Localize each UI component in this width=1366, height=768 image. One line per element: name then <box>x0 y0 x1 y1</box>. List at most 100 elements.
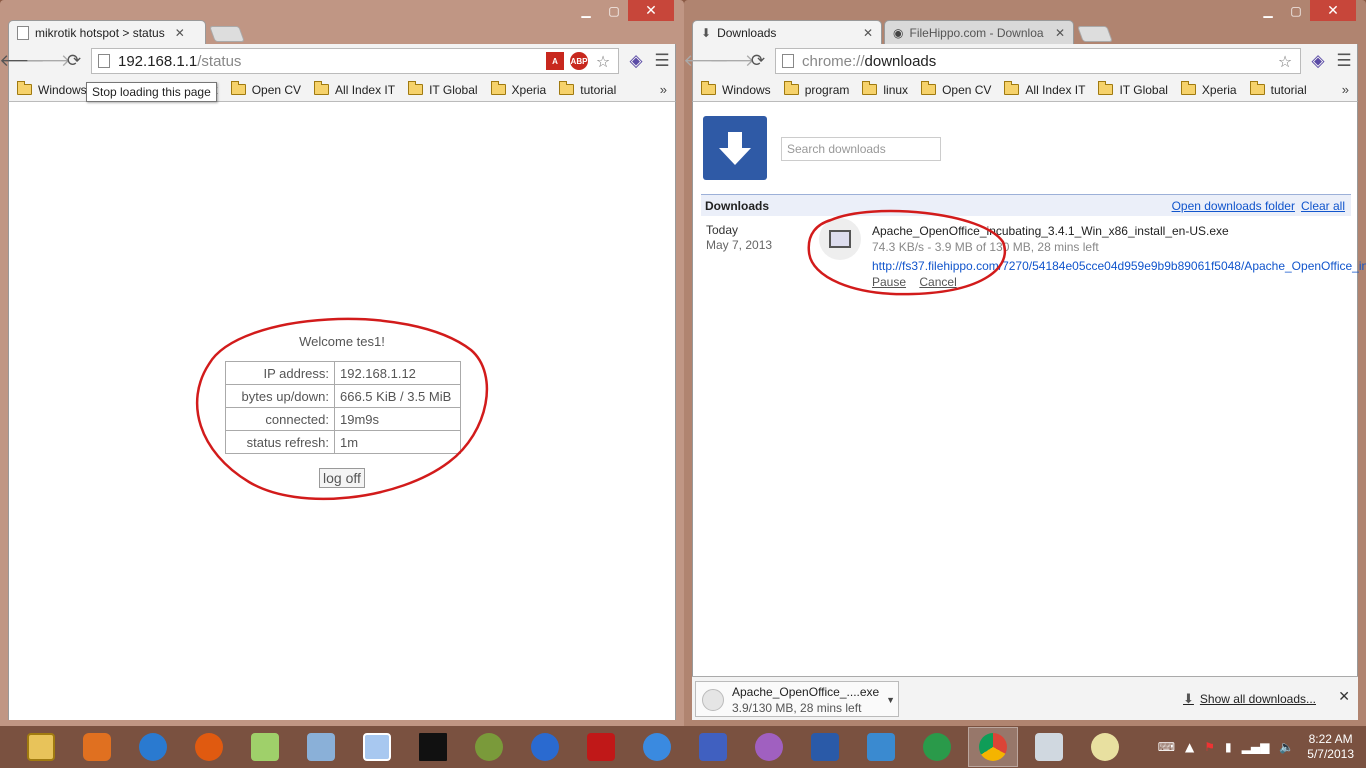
network-taskbar-icon[interactable] <box>296 727 346 767</box>
chrome-taskbar-icon[interactable] <box>968 727 1018 767</box>
bookmark-folder[interactable]: All Index IT <box>1004 81 1085 97</box>
open-downloads-folder-link[interactable]: Open downloads folder <box>1172 199 1295 213</box>
reload-button[interactable]: ⟳ <box>745 48 771 74</box>
forward-button[interactable]: 🡒 <box>25 48 71 74</box>
volume-icon[interactable]: 🔈 <box>1279 740 1294 754</box>
bookmark-folder[interactable]: Windows <box>701 81 771 97</box>
bookmark-folder[interactable]: Open CV <box>921 81 991 97</box>
clear-all-link[interactable]: Clear all <box>1301 199 1345 213</box>
new-tab-button[interactable] <box>209 26 245 42</box>
internet-explorer-taskbar-icon[interactable] <box>128 727 178 767</box>
download-date: Today May 7, 2013 <box>706 223 773 252</box>
shelf-status: 3.9/130 MB, 28 mins left <box>732 701 862 715</box>
shelf-download-item[interactable]: Apache_OpenOffice_....exe 3.9/130 MB, 28… <box>695 681 899 717</box>
download-url[interactable]: http://fs37.filehippo.com/7270/54184e05c… <box>872 258 1366 274</box>
close-tab-icon[interactable]: ✕ <box>175 26 185 40</box>
network-signal-icon[interactable]: ▂▄▆ <box>1242 740 1270 754</box>
app-taskbar-icon[interactable] <box>520 727 570 767</box>
cancel-link[interactable]: Cancel <box>919 275 956 289</box>
bookmark-folder[interactable]: IT Global <box>408 81 478 97</box>
new-tab-button[interactable] <box>1077 26 1113 42</box>
filezilla-taskbar-icon[interactable] <box>576 727 626 767</box>
bookmark-folder[interactable]: linux <box>862 81 908 97</box>
bookmark-star-icon[interactable]: ☆ <box>1276 52 1294 71</box>
search-downloads-input[interactable]: Search downloads <box>781 137 941 161</box>
remote-desktop-taskbar-icon[interactable] <box>688 727 738 767</box>
adblock-icon[interactable]: ABP <box>570 52 588 70</box>
address-bar[interactable]: chrome:// downloads ☆ <box>775 48 1301 74</box>
folder-icon <box>408 81 424 95</box>
bookmark-folder[interactable]: Open CV <box>230 81 301 97</box>
address-bar[interactable]: 192.168.1.1 /status A ABP ☆ <box>91 48 619 74</box>
keyboard-icon[interactable]: ⌨ <box>1158 740 1175 754</box>
media-player-taskbar-icon[interactable] <box>72 727 122 767</box>
bookmark-folder[interactable]: program <box>783 81 849 97</box>
page-icon <box>98 54 110 68</box>
table-row: connected: 19m9s <box>225 407 461 431</box>
calculator-taskbar-icon[interactable] <box>1024 727 1074 767</box>
close-shelf-icon[interactable]: ✕ <box>1338 689 1350 705</box>
pause-link[interactable]: Pause <box>872 275 906 289</box>
bookmark-folder[interactable]: Xperia <box>1180 81 1237 97</box>
notepad-plus-taskbar-icon[interactable] <box>240 727 290 767</box>
downloads-logo-icon <box>703 116 767 180</box>
bookmark-folder[interactable]: tutorial <box>559 81 616 97</box>
messenger-taskbar-icon[interactable] <box>744 727 794 767</box>
explorer-taskbar-icon[interactable] <box>16 727 66 767</box>
bookmark-folder[interactable]: Xperia <box>490 81 546 97</box>
close-button[interactable]: ✕ <box>1310 0 1356 21</box>
dropdown-arrow-icon[interactable]: ▼ <box>886 692 895 708</box>
download-filename[interactable]: Apache_OpenOffice_incubating_3.4.1_Win_x… <box>872 223 1366 239</box>
tab-hotspot-status[interactable]: mikrotik hotspot > status ✕ <box>8 20 206 44</box>
close-button[interactable]: ✕ <box>628 0 674 21</box>
download-manager-taskbar-icon[interactable] <box>912 727 962 767</box>
tab-filehippo[interactable]: ◉ FileHippo.com - Downloa ✕ <box>884 20 1074 44</box>
forward-button[interactable]: 🡒 <box>709 48 755 74</box>
paint-taskbar-icon[interactable] <box>1080 727 1130 767</box>
maximize-button[interactable]: ▢ <box>600 0 628 21</box>
pdf-extension-icon[interactable]: A <box>546 52 564 70</box>
bookmark-folder[interactable]: All Index IT <box>314 81 395 97</box>
clock[interactable]: 8:22 AM 5/7/2013 <box>1307 732 1354 762</box>
filehippo-icon: ◉ <box>893 25 904 40</box>
reload-button[interactable]: ⟳ <box>61 48 87 74</box>
close-tab-icon[interactable]: ✕ <box>863 26 873 40</box>
firefox-taskbar-icon[interactable] <box>184 727 234 767</box>
download-icon: ⬇ <box>701 25 712 40</box>
maximize-button[interactable]: ▢ <box>1282 0 1310 21</box>
welcome-text: Welcome tes1! <box>299 334 385 349</box>
close-tab-icon[interactable]: ✕ <box>1055 26 1065 40</box>
show-hidden-icons-icon[interactable]: ▲ <box>1185 740 1194 754</box>
folder-icon <box>559 81 575 95</box>
system-tray: ⌨ ▲ ⚑ ▮ ▂▄▆ 🔈 8:22 AM 5/7/2013 <box>1153 732 1366 762</box>
bookmark-folder[interactable]: IT Global <box>1098 81 1168 97</box>
power-icon[interactable]: ▮ <box>1225 740 1232 754</box>
minimize-button[interactable]: ▁ <box>572 0 600 21</box>
window-taskbar-icon[interactable] <box>352 727 402 767</box>
show-all-downloads-link[interactable]: ⬇ Show all downloads... <box>1183 691 1316 707</box>
search-tool-taskbar-icon[interactable] <box>464 727 514 767</box>
shelf-filename: Apache_OpenOffice_....exe <box>732 685 880 699</box>
command-prompt-taskbar-icon[interactable] <box>408 727 458 767</box>
folder-icon <box>230 81 246 95</box>
extension-icon[interactable]: ◈ <box>623 48 649 74</box>
itunes-taskbar-icon[interactable] <box>632 727 682 767</box>
tab-downloads[interactable]: ⬇ Downloads ✕ <box>692 20 882 44</box>
folder-icon <box>314 81 330 95</box>
bookmark-folder[interactable]: Windows <box>17 81 87 97</box>
table-row: bytes up/down: 666.5 KiB / 3.5 MiB <box>225 384 461 408</box>
extension-icon[interactable]: ◈ <box>1305 48 1331 74</box>
word-taskbar-icon[interactable] <box>800 727 850 767</box>
more-bookmarks-icon[interactable]: » <box>1342 82 1349 97</box>
more-bookmarks-icon[interactable]: » <box>660 82 667 97</box>
app-taskbar-icon[interactable] <box>856 727 906 767</box>
menu-icon[interactable]: ☰ <box>1331 48 1357 74</box>
flag-icon[interactable]: ⚑ <box>1204 740 1215 754</box>
bookmark-star-icon[interactable]: ☆ <box>594 52 612 71</box>
logoff-button[interactable]: log off <box>319 468 365 488</box>
menu-icon[interactable]: ☰ <box>649 48 675 74</box>
minimize-button[interactable]: ▁ <box>1254 0 1282 21</box>
download-arrow-icon: ⬇ <box>1183 691 1194 706</box>
bookmark-folder[interactable]: tutorial <box>1249 81 1307 97</box>
folder-icon <box>1004 81 1020 95</box>
